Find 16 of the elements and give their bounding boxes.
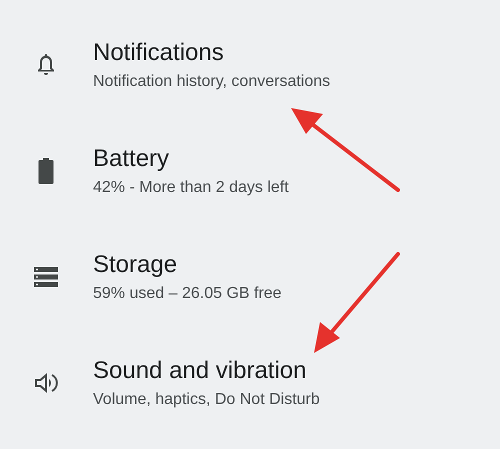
bell-icon [36,52,56,78]
storage-icon [34,266,58,288]
setting-summary: 59% used – 26.05 GB free [93,285,282,303]
settings-item[interactable]: Notifications Notification history, conversations [0,12,500,118]
setting-title: Sound and vibration [93,357,308,385]
setting-summary: Volume, haptics, Do Not Disturb [93,391,320,409]
settings-item[interactable]: Sound and vibration Volume, haptics, Do Not Disturb [0,330,500,436]
setting-title: Storage [93,251,178,279]
settings-item[interactable]: Battery 42% - More than 2 days left [0,118,500,224]
speaker-icon [34,372,58,394]
setting-summary: Notification history, conversations [93,73,330,91]
setting-summary: 42% - More than 2 days left [93,179,289,197]
setting-title: Notifications [93,39,225,67]
setting-title: Battery [93,145,170,173]
settings-item[interactable]: Storage 59% used – 26.05 GB free [0,224,500,330]
battery-icon [37,157,55,185]
